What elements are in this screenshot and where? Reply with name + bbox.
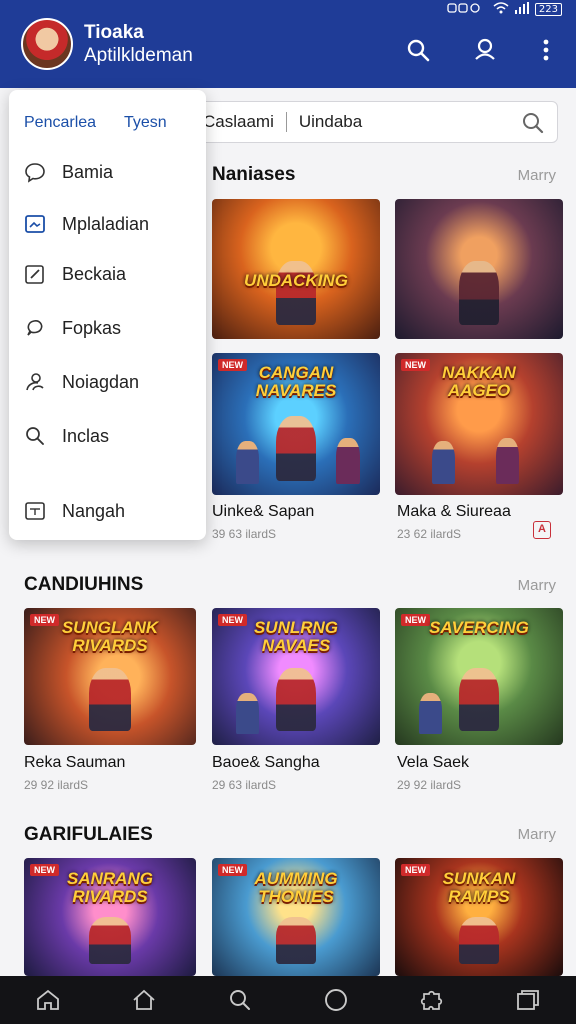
game-character xyxy=(431,441,456,484)
game-title[interactable]: Maka & Siureaa xyxy=(397,503,511,521)
game-logo: SUNGLANK RIVARDS xyxy=(61,617,159,655)
game-card[interactable] xyxy=(395,199,563,339)
game-title[interactable]: Reka Sauman xyxy=(24,754,125,772)
section-title: Naniases xyxy=(212,164,296,185)
wifi-icon xyxy=(493,1,509,17)
document-icon xyxy=(23,499,47,523)
puzzle-icon[interactable] xyxy=(412,980,452,1020)
game-card[interactable]: NEW SUNGLANK RIVARDS xyxy=(24,608,196,745)
menu-item[interactable]: Bamia xyxy=(23,154,198,190)
game-logo: SUNKAN RAMPS xyxy=(442,868,516,906)
game-downloads: 29 63 ilardS xyxy=(212,778,277,792)
menu-item[interactable]: Beckaia xyxy=(23,256,198,292)
section-title: CANDIUHINS xyxy=(24,574,144,595)
game-logo: NAKKAN AAGEO xyxy=(442,363,516,401)
menu-item[interactable]: Fopkas xyxy=(23,310,198,346)
game-card[interactable]: NEW CANGAN NAVARES xyxy=(212,353,380,495)
game-logo: SUNLRNG NAVAES xyxy=(253,617,339,655)
menu-tab[interactable]: Pencarlea xyxy=(24,114,96,132)
search-icon[interactable] xyxy=(404,36,432,64)
app-screen: 223 Tioaka Aptilkldeman Caslaami Uindaba… xyxy=(0,0,576,1024)
chat-icon xyxy=(23,316,47,340)
edit-icon xyxy=(23,262,47,286)
recents-icon[interactable] xyxy=(508,980,548,1020)
status-bar: 223 xyxy=(447,1,562,17)
chat-bubble-icon xyxy=(23,160,47,184)
game-character xyxy=(89,668,131,732)
menu-item-label: Inclas xyxy=(62,425,110,446)
menu-item[interactable]: Inclas xyxy=(23,418,198,454)
game-character xyxy=(458,668,500,732)
more-link[interactable]: Marry xyxy=(518,826,556,843)
menu-item-label: Bamia xyxy=(62,161,114,182)
image-icon xyxy=(23,212,47,236)
home-icon[interactable] xyxy=(124,980,164,1020)
game-logo: CANGAN NAVARES xyxy=(255,363,337,401)
game-downloads: 29 92 ilardS xyxy=(397,778,462,792)
menu-item[interactable]: Nangah xyxy=(23,493,198,529)
game-character xyxy=(235,692,260,735)
notification-icons xyxy=(447,2,487,17)
battery-indicator: 223 xyxy=(534,2,562,16)
game-character xyxy=(495,438,520,484)
game-card[interactable]: NEW SANRANG RIVARDS xyxy=(24,858,196,976)
game-downloads: 29 92 ilardS xyxy=(24,778,89,792)
game-character xyxy=(458,260,500,325)
age-rating-icon: A xyxy=(533,521,551,539)
search-segment-1[interactable]: Caslaami xyxy=(203,112,274,132)
game-logo: SANRANG RIVARDS xyxy=(67,868,153,906)
game-logo: SAVERCING xyxy=(429,617,529,637)
search-segment-2[interactable]: Uindaba xyxy=(299,112,362,132)
dropdown-menu: Pencarlea Tyesn Bamia Mplaladian Beckaia… xyxy=(9,90,206,540)
more-link[interactable]: Marry xyxy=(518,577,556,594)
signal-icon xyxy=(514,1,529,17)
section-title: GARIFULAIES xyxy=(24,824,153,845)
game-character xyxy=(336,438,360,484)
game-logo: UNDACKING xyxy=(244,270,348,290)
game-downloads: 39 63 ilardS xyxy=(212,527,277,541)
search-icon xyxy=(23,424,47,448)
circle-icon[interactable] xyxy=(316,980,356,1020)
search-icon[interactable] xyxy=(220,980,260,1020)
game-card[interactable]: UNDACKING xyxy=(212,199,380,339)
more-vert-icon[interactable] xyxy=(532,36,560,64)
game-card[interactable]: NEW SUNKAN RAMPS xyxy=(395,858,563,976)
people-icon xyxy=(23,370,47,394)
menu-item-label: Noiagdan xyxy=(62,371,140,392)
search-icon[interactable] xyxy=(521,111,545,135)
game-character xyxy=(235,441,260,484)
menu-item-label: Nangah xyxy=(62,500,126,521)
menu-tab[interactable]: Tyesn xyxy=(124,114,167,132)
menu-item-label: Fopkas xyxy=(62,317,122,338)
user-search-icon[interactable] xyxy=(472,36,500,64)
game-character xyxy=(89,917,131,965)
game-character xyxy=(275,668,317,732)
app-title: Tioaka xyxy=(84,22,144,43)
game-card[interactable]: NEW SUNLRNG NAVAES xyxy=(212,608,380,745)
game-character xyxy=(418,692,443,735)
menu-item-label: Beckaia xyxy=(62,263,127,284)
game-logo: AUMMING THONIES xyxy=(254,868,338,906)
search-bar[interactable]: Caslaami Uindaba xyxy=(188,101,558,143)
more-link[interactable]: Marry xyxy=(518,167,556,184)
app-subtitle: Aptilkldeman xyxy=(84,45,193,66)
game-title[interactable]: Baoe& Sangha xyxy=(212,754,320,772)
avatar[interactable] xyxy=(21,18,73,70)
game-downloads: 23 62 ilardS xyxy=(397,527,462,541)
app-header: 223 Tioaka Aptilkldeman xyxy=(0,0,576,88)
home-outline-icon[interactable] xyxy=(28,980,68,1020)
game-title[interactable]: Uinke& Sapan xyxy=(212,503,314,521)
game-title[interactable]: Vela Saek xyxy=(397,754,469,772)
menu-item[interactable]: Noiagdan xyxy=(23,364,198,400)
game-character xyxy=(275,917,317,965)
game-card[interactable]: NEW AUMMING THONIES xyxy=(212,858,380,976)
game-character xyxy=(275,415,317,481)
bottom-nav xyxy=(0,976,576,1024)
game-card[interactable]: NEW NAKKAN AAGEO xyxy=(395,353,563,495)
menu-item[interactable]: Mplaladian xyxy=(23,206,198,242)
search-divider xyxy=(285,112,287,132)
game-card[interactable]: NEW SAVERCING xyxy=(395,608,563,745)
menu-item-label: Mplaladian xyxy=(62,213,150,234)
game-character xyxy=(458,917,500,965)
